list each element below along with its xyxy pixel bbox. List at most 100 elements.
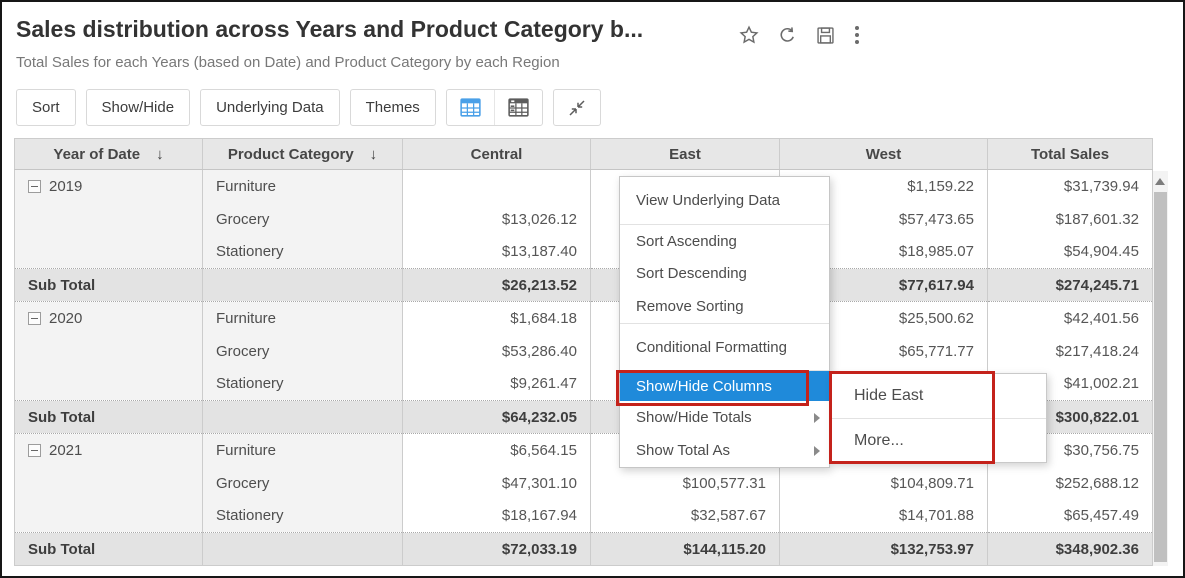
- column-header-year-of-date[interactable]: Year of Date ↓: [15, 139, 203, 170]
- context-submenu: Hide EastMore...: [831, 373, 1047, 463]
- pivot-table-icon[interactable]: [494, 90, 542, 125]
- menu-item-show-total-as[interactable]: Show Total As: [620, 434, 829, 467]
- category-cell[interactable]: Grocery: [203, 335, 403, 368]
- collapse-year-icon[interactable]: [28, 180, 41, 193]
- category-cell[interactable]: Furniture: [203, 434, 403, 467]
- column-header-total-sales[interactable]: Total Sales: [988, 139, 1153, 170]
- sort-button[interactable]: Sort: [16, 89, 76, 126]
- year-cell[interactable]: [15, 335, 203, 368]
- analytics-window: Sales distribution across Years and Prod…: [0, 0, 1185, 578]
- collapse-year-icon[interactable]: [28, 444, 41, 457]
- subtotal-label-cell[interactable]: Sub Total: [15, 533, 203, 566]
- value-cell-central[interactable]: $72,033.19: [403, 533, 591, 566]
- sort-desc-icon[interactable]: ↓: [370, 146, 378, 163]
- category-cell[interactable]: Stationery: [203, 368, 403, 401]
- menu-item-label: Sort Descending: [636, 265, 747, 282]
- value-cell-central[interactable]: $13,026.12: [403, 203, 591, 236]
- menu-item-sort-descending[interactable]: Sort Descending: [620, 257, 829, 290]
- column-header-west[interactable]: West: [780, 139, 988, 170]
- value-cell-west[interactable]: $132,753.97: [780, 533, 988, 566]
- column-header-label: West: [866, 146, 902, 163]
- menu-item-label: Remove Sorting: [636, 298, 744, 315]
- menu-item-sort-ascending[interactable]: Sort Ascending: [620, 224, 829, 257]
- column-header-label: Product Category: [228, 146, 354, 163]
- menu-item-label: Sort Ascending: [636, 233, 737, 250]
- scrollbar-thumb[interactable]: [1154, 192, 1167, 562]
- value-cell-central[interactable]: $53,286.40: [403, 335, 591, 368]
- subtotal-label-cell[interactable]: Sub Total: [15, 401, 203, 434]
- value-cell-total-sales[interactable]: $187,601.32: [988, 203, 1153, 236]
- category-cell[interactable]: Stationery: [203, 236, 403, 269]
- value-cell-central[interactable]: $1,684.18: [403, 302, 591, 335]
- vertical-scrollbar[interactable]: [1153, 171, 1168, 566]
- menu-item-remove-sorting[interactable]: Remove Sorting: [620, 290, 829, 323]
- table-row: Grocery$13,026.12$57,473.65$187,601.32: [15, 203, 1153, 236]
- value-cell-total-sales[interactable]: $31,739.94: [988, 170, 1153, 203]
- themes-button[interactable]: Themes: [350, 89, 436, 126]
- column-header-product-category[interactable]: Product Category ↓: [203, 139, 403, 170]
- category-cell[interactable]: Grocery: [203, 203, 403, 236]
- value-cell-west[interactable]: $104,809.71: [780, 467, 988, 500]
- value-cell-east[interactable]: $100,577.31: [591, 467, 780, 500]
- more-vertical-icon[interactable]: [853, 24, 861, 46]
- subtotal-row: Sub Total$26,213.52$77,617.94$274,245.71: [15, 269, 1153, 302]
- value-cell-central[interactable]: $6,564.15: [403, 434, 591, 467]
- value-cell-central[interactable]: [403, 170, 591, 203]
- category-cell[interactable]: [203, 401, 403, 434]
- year-cell[interactable]: [15, 500, 203, 533]
- save-icon[interactable]: [815, 25, 836, 46]
- value-cell-central[interactable]: $64,232.05: [403, 401, 591, 434]
- value-cell-central[interactable]: $18,167.94: [403, 500, 591, 533]
- value-cell-central[interactable]: $26,213.52: [403, 269, 591, 302]
- underlying-data-button[interactable]: Underlying Data: [200, 89, 340, 126]
- category-cell[interactable]: Furniture: [203, 302, 403, 335]
- subtotal-label-cell[interactable]: Sub Total: [15, 269, 203, 302]
- table-row: Stationery$18,167.94$32,587.67$14,701.88…: [15, 500, 1153, 533]
- value-cell-east[interactable]: $32,587.67: [591, 500, 780, 533]
- category-cell[interactable]: Furniture: [203, 170, 403, 203]
- refresh-icon[interactable]: [777, 25, 798, 46]
- value-cell-west[interactable]: $14,701.88: [780, 500, 988, 533]
- value-cell-total-sales[interactable]: $42,401.56: [988, 302, 1153, 335]
- category-cell[interactable]: [203, 269, 403, 302]
- year-cell[interactable]: [15, 467, 203, 500]
- value-cell-central[interactable]: $47,301.10: [403, 467, 591, 500]
- sort-desc-icon[interactable]: ↓: [156, 146, 164, 163]
- scroll-up-arrow-icon[interactable]: [1155, 178, 1165, 185]
- category-cell[interactable]: [203, 533, 403, 566]
- value-cell-central[interactable]: $9,261.47: [403, 368, 591, 401]
- value-cell-total-sales[interactable]: $252,688.12: [988, 467, 1153, 500]
- show-hide-button[interactable]: Show/Hide: [86, 89, 191, 126]
- collapse-icon[interactable]: [553, 89, 601, 126]
- value-cell-total-sales[interactable]: $274,245.71: [988, 269, 1153, 302]
- year-label: 2021: [49, 442, 82, 459]
- column-header-east[interactable]: East: [591, 139, 780, 170]
- year-cell[interactable]: [15, 236, 203, 269]
- menu-item-show-hide-columns[interactable]: Show/Hide Columns: [620, 370, 829, 401]
- flat-table-icon[interactable]: [447, 90, 494, 125]
- column-header-label: Year of Date: [53, 146, 140, 163]
- year-cell[interactable]: 2020: [15, 302, 203, 335]
- year-cell[interactable]: 2021: [15, 434, 203, 467]
- value-cell-total-sales[interactable]: $348,902.36: [988, 533, 1153, 566]
- value-cell-total-sales[interactable]: $65,457.49: [988, 500, 1153, 533]
- year-cell[interactable]: [15, 368, 203, 401]
- year-cell[interactable]: [15, 203, 203, 236]
- column-header-central[interactable]: Central: [403, 139, 591, 170]
- submenu-item-hide-east[interactable]: Hide East: [832, 374, 1046, 418]
- menu-item-view-underlying-data[interactable]: View Underlying Data: [620, 177, 829, 224]
- favorite-star-icon[interactable]: [738, 24, 760, 46]
- value-cell-total-sales[interactable]: $54,904.45: [988, 236, 1153, 269]
- menu-item-conditional-formatting[interactable]: Conditional Formatting: [620, 323, 829, 370]
- table-row: Grocery$53,286.40$65,771.77$217,418.24: [15, 335, 1153, 368]
- collapse-year-icon[interactable]: [28, 312, 41, 325]
- value-cell-total-sales[interactable]: $217,418.24: [988, 335, 1153, 368]
- menu-item-show-hide-totals[interactable]: Show/Hide Totals: [620, 401, 829, 434]
- year-cell[interactable]: 2019: [15, 170, 203, 203]
- category-cell[interactable]: Stationery: [203, 500, 403, 533]
- category-cell[interactable]: Grocery: [203, 467, 403, 500]
- value-cell-east[interactable]: $144,115.20: [591, 533, 780, 566]
- value-cell-central[interactable]: $13,187.40: [403, 236, 591, 269]
- toolbar: Sort Show/Hide Underlying Data Themes: [16, 89, 601, 126]
- submenu-item-more[interactable]: More...: [832, 418, 1046, 462]
